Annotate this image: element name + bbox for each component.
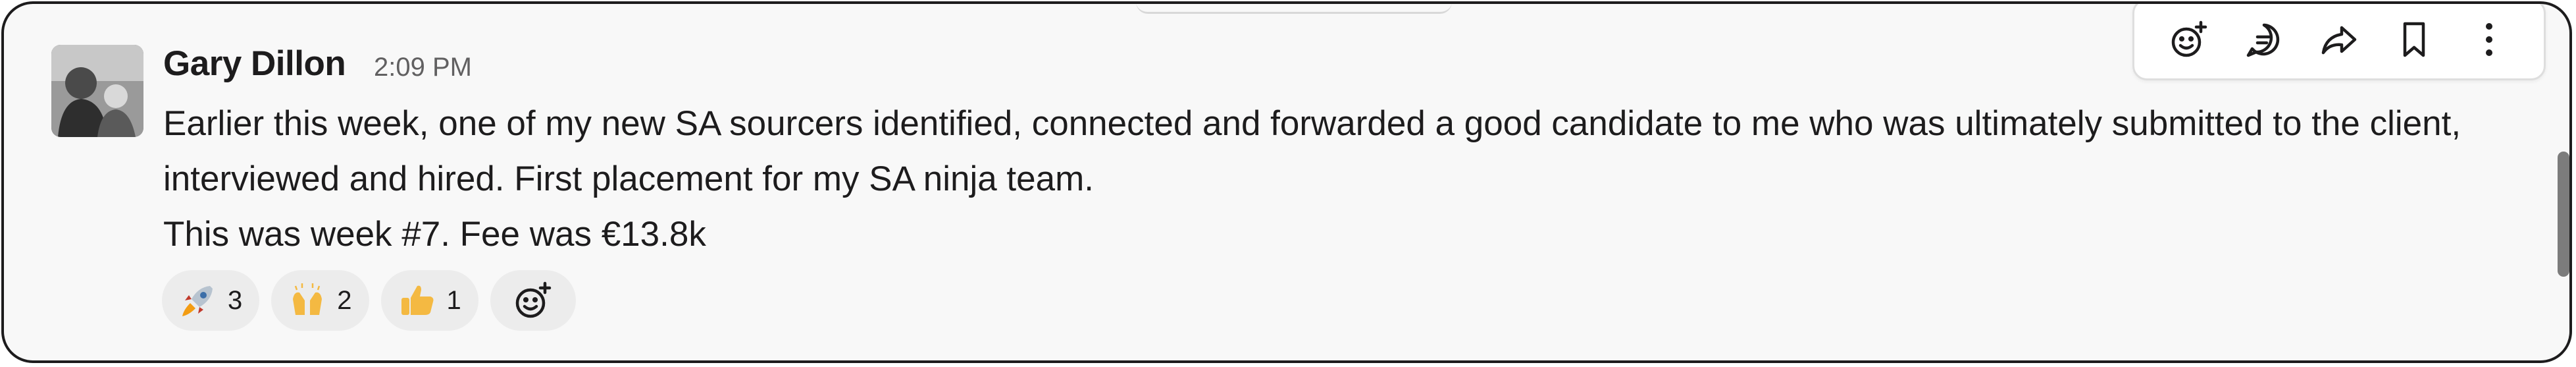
avatar[interactable] [51, 45, 143, 137]
reaction-thumbs-up[interactable]: 1 [380, 270, 478, 331]
reply-in-thread-icon [2244, 20, 2284, 59]
reaction-raised-hands[interactable]: 2 [271, 270, 369, 331]
sender-name[interactable]: Gary Dillon [163, 43, 346, 84]
bookmark-action[interactable] [2384, 10, 2444, 69]
message-line: Earlier this week, one of my new SA sour… [163, 104, 2461, 198]
bookmark-icon [2394, 20, 2434, 59]
message-body: Earlier this week, one of my new SA sour… [163, 96, 2546, 262]
reaction-count: 2 [337, 285, 352, 315]
more-actions-button[interactable] [2460, 10, 2519, 69]
raised-hands-emoji [287, 280, 328, 321]
reaction-rocket[interactable]: 3 [162, 270, 260, 331]
reactions-bar: 3 2 1 [162, 270, 576, 331]
top-edge-tab [1136, 4, 1452, 14]
add-reaction-icon [512, 279, 554, 322]
share-action[interactable] [2309, 10, 2369, 69]
add-reaction-action[interactable] [2159, 10, 2219, 69]
message-actions-toolbar [2132, 4, 2546, 80]
more-actions-icon [2469, 20, 2509, 59]
reaction-count: 1 [446, 285, 461, 315]
add-reaction-icon [2168, 18, 2210, 61]
message-timestamp[interactable]: 2:09 PM [374, 53, 472, 82]
scrollbar-thumb[interactable] [2558, 152, 2569, 277]
rocket-emoji [178, 280, 219, 321]
reply-in-thread-action[interactable] [2234, 10, 2294, 69]
add-reaction-button[interactable] [490, 270, 576, 331]
reaction-count: 3 [228, 285, 243, 315]
message-line: This was week #7. Fee was €13.8k [163, 215, 706, 254]
thumbs-up-emoji [397, 280, 438, 321]
share-icon [2319, 20, 2359, 59]
message-frame: Gary Dillon 2:09 PM Earlier this week, o… [1, 1, 2572, 363]
